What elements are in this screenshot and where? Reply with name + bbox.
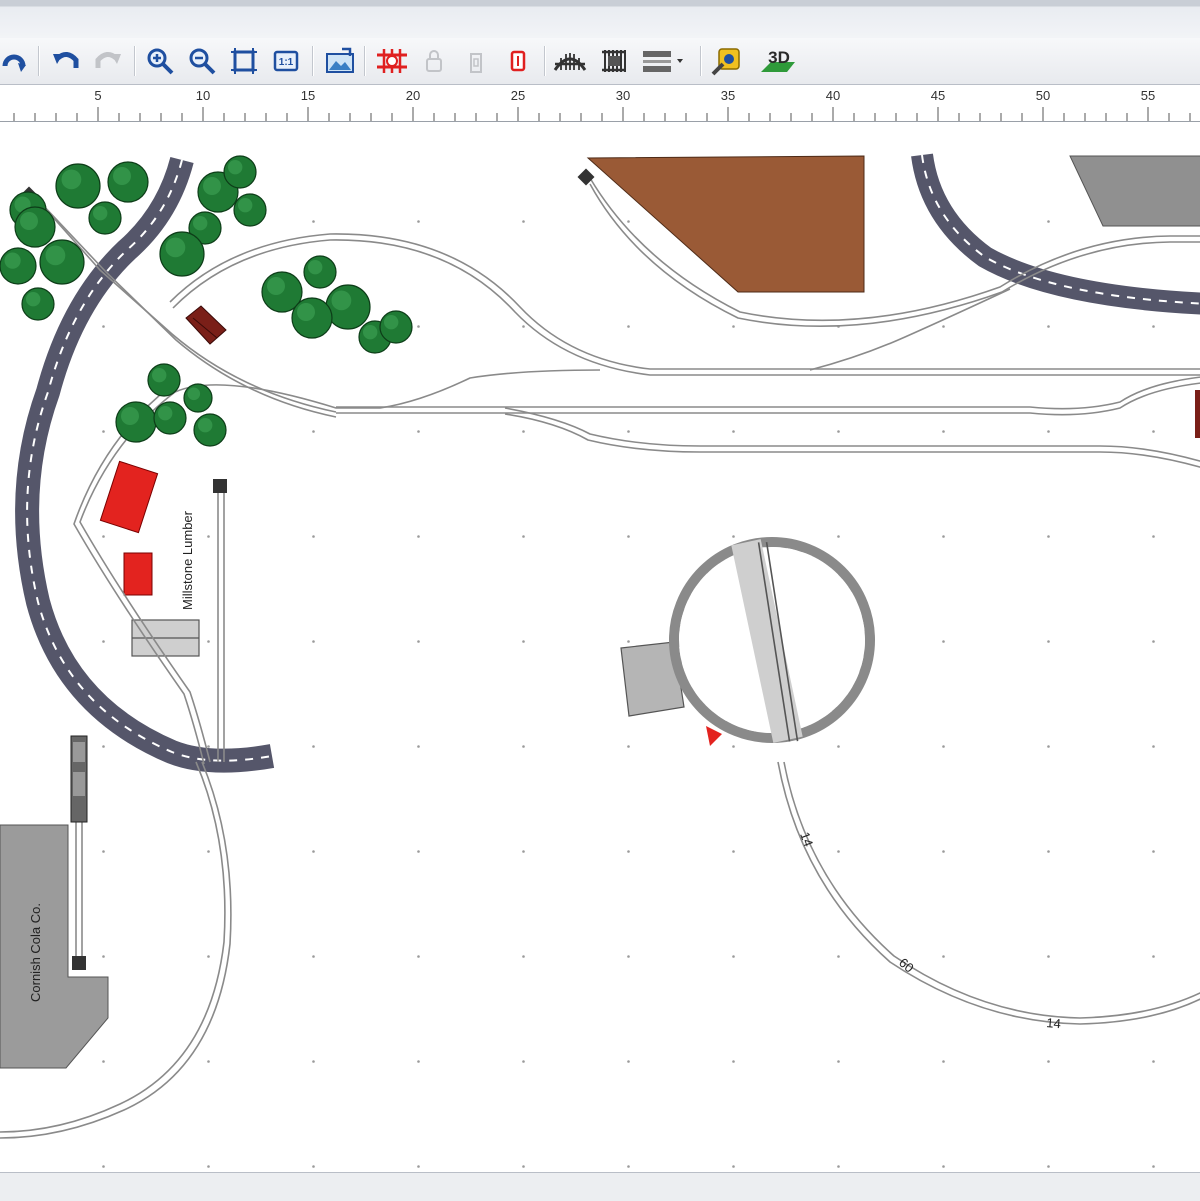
tree-highlight <box>20 212 38 230</box>
tunnel-icon <box>602 50 626 72</box>
turntable[interactable] <box>669 537 875 746</box>
ruler-label: 5 <box>94 88 101 103</box>
ruler-label: 20 <box>406 88 420 103</box>
zoom-out-button[interactable] <box>184 44 220 78</box>
label-millstone-lumber: Millstone Lumber <box>180 510 195 610</box>
tree-highlight <box>203 177 221 195</box>
zoom-actual-size-icon: 1:1 <box>273 50 299 72</box>
tree-highlight <box>26 292 41 307</box>
delete-track-icon <box>377 49 407 73</box>
zoom-in-button[interactable] <box>142 44 178 78</box>
ruler-label: 10 <box>196 88 210 103</box>
ruler-label: 15 <box>301 88 315 103</box>
ruler-label: 35 <box>721 88 735 103</box>
bridge-icon <box>553 53 587 71</box>
tree-highlight <box>93 206 108 221</box>
lock-button[interactable] <box>416 44 452 78</box>
tree-highlight <box>331 290 352 311</box>
track-layers-icon <box>643 51 683 72</box>
track-layers-dropdown[interactable] <box>638 44 688 78</box>
layout-canvas[interactable]: Millstone Lumber Cornish Cola Co. 14 60 … <box>0 122 1200 1172</box>
unlock-button[interactable] <box>458 44 494 78</box>
tree-highlight <box>121 407 139 425</box>
zoom-actual-size-button[interactable]: 1:1 <box>268 44 304 78</box>
status-bar <box>0 1172 1200 1201</box>
tree-highlight <box>363 325 378 340</box>
tree-highlight <box>61 169 82 190</box>
zoom-in-icon <box>147 48 174 75</box>
tree-highlight <box>158 406 173 421</box>
tree-highlight <box>193 216 208 231</box>
window-title-bar <box>0 0 1200 38</box>
lock-icon <box>426 50 442 72</box>
redo-icon <box>95 52 121 68</box>
ruler-label: 45 <box>931 88 945 103</box>
tree-highlight <box>228 160 243 175</box>
ruler-label: 25 <box>511 88 525 103</box>
ruler-label: 50 <box>1036 88 1050 103</box>
track-length-label: 14 <box>1046 1015 1062 1031</box>
tree-highlight <box>45 245 66 266</box>
parts-list-button[interactable] <box>708 44 744 78</box>
lumber-shed[interactable] <box>131 619 200 657</box>
background-image-button[interactable] <box>322 44 358 78</box>
background-image-icon <box>326 47 354 73</box>
tree-highlight <box>308 260 323 275</box>
redo-arrow-icon <box>2 54 26 72</box>
redo-button[interactable] <box>90 44 126 78</box>
edge-structure <box>1195 390 1200 438</box>
undo-icon <box>53 52 79 68</box>
flex-track-icon <box>510 50 526 72</box>
tree-highlight <box>187 387 201 401</box>
bumper-cola-spur <box>72 956 86 970</box>
zoom-fit-icon <box>231 48 257 74</box>
tree-highlight <box>165 237 186 258</box>
tree-highlight <box>267 277 285 295</box>
tree-highlight <box>198 418 213 433</box>
parts-list-icon <box>711 48 740 76</box>
toolbar: 1:1 3D <box>0 38 1200 85</box>
3d-view-icon: 3D <box>761 48 795 72</box>
ruler-label: 30 <box>616 88 630 103</box>
undo-button[interactable] <box>48 44 84 78</box>
tree-highlight <box>297 303 315 321</box>
tree-highlight <box>4 252 21 269</box>
ruler-label: 55 <box>1141 88 1155 103</box>
horizontal-ruler: 5 10 15 20 25 30 35 40 45 50 55 <box>0 85 1200 122</box>
label-cornish-cola: Cornish Cola Co. <box>28 903 43 1002</box>
tree-highlight <box>152 368 167 383</box>
red-building-small[interactable] <box>123 552 153 596</box>
train-locomotive[interactable] <box>70 735 88 823</box>
delete-track-button[interactable] <box>374 44 410 78</box>
zoom-out-icon <box>189 48 216 75</box>
svg-text:1:1: 1:1 <box>279 57 294 68</box>
tree-highlight <box>384 315 399 330</box>
tunnel-button[interactable] <box>596 44 632 78</box>
tree-highlight <box>238 198 253 213</box>
zoom-fit-button[interactable] <box>226 44 262 78</box>
redo-arrow-button[interactable] <box>0 44 32 78</box>
tree-highlight <box>113 167 131 185</box>
flex-track-button[interactable] <box>500 44 536 78</box>
ruler-label: 40 <box>826 88 840 103</box>
bumper-lumber-spur <box>213 479 227 493</box>
3d-view-button[interactable]: 3D <box>756 44 800 78</box>
bridge-button[interactable] <box>552 44 588 78</box>
svg-text:3D: 3D <box>768 48 790 67</box>
unlock-icon <box>470 53 482 73</box>
